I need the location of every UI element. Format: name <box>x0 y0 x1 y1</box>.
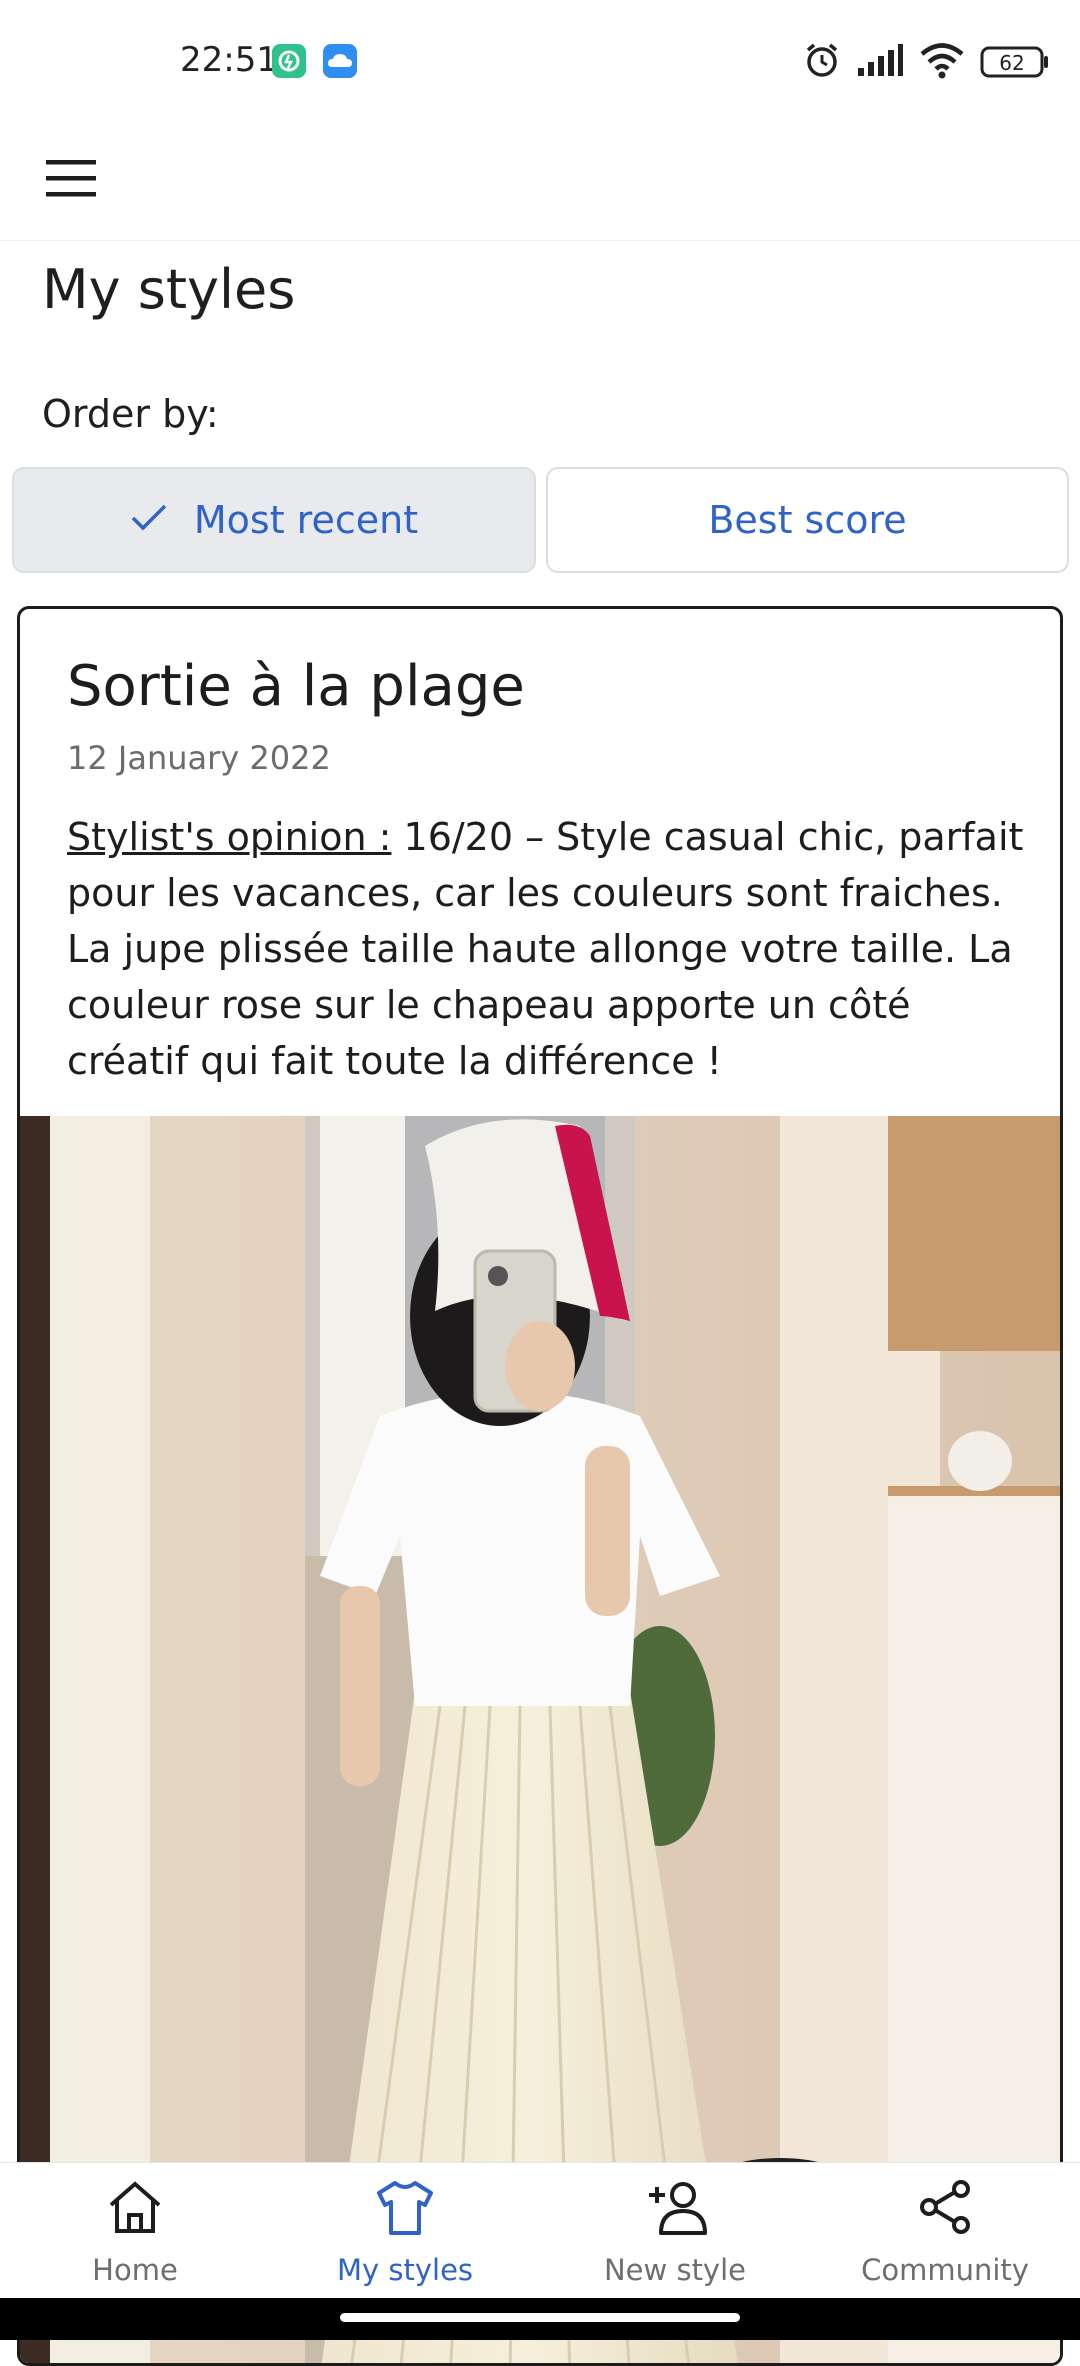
nav-community[interactable]: Community <box>810 2163 1080 2299</box>
home-icon <box>109 2181 161 2233</box>
nav-my-styles-label: My styles <box>336 2253 474 2287</box>
hamburger-menu-icon[interactable] <box>44 150 100 206</box>
stylist-opinion-label: Stylist's opinion : <box>67 815 392 859</box>
tshirt-icon <box>377 2181 433 2235</box>
add-person-icon <box>649 2182 707 2235</box>
style-title: Sortie à la plage <box>67 654 525 719</box>
battery-level: 62 <box>999 51 1025 75</box>
nav-new-style[interactable]: New style <box>540 2163 810 2299</box>
sort-most-recent-label: Most recent <box>193 498 419 542</box>
app-bar <box>0 120 1080 241</box>
style-date: 12 January 2022 <box>67 739 331 777</box>
status-bar: 22:51 62 <box>0 0 1080 120</box>
signal-icon <box>856 42 904 82</box>
share-icon <box>920 2180 970 2234</box>
home-gesture-bar[interactable] <box>340 2313 740 2322</box>
stylist-opinion: Stylist's opinion : 16/20 – Style casual… <box>67 809 1037 1089</box>
style-card[interactable]: Sortie à la plage 12 January 2022 Stylis… <box>17 606 1063 2366</box>
app-notification-icon <box>272 44 306 78</box>
bottom-navigation: Home My styles New style Community <box>0 2162 1080 2299</box>
order-by-label: Order by: <box>42 392 219 436</box>
nav-my-styles[interactable]: My styles <box>270 2163 540 2299</box>
page-title: My styles <box>42 258 296 321</box>
wifi-icon <box>918 41 966 83</box>
status-time: 22:51 <box>180 40 278 80</box>
battery-icon: 62 <box>980 46 1050 78</box>
cloud-icon <box>323 44 357 78</box>
alarm-icon <box>802 40 842 84</box>
nav-community-label: Community <box>861 2253 1029 2287</box>
sort-most-recent-button[interactable]: Most recent <box>12 467 536 573</box>
sort-best-score-label: Best score <box>708 498 907 542</box>
nav-new-style-label: New style <box>603 2253 746 2287</box>
check-icon <box>130 498 168 542</box>
nav-home-label: Home <box>92 2253 178 2287</box>
sort-best-score-button[interactable]: Best score <box>546 467 1069 573</box>
nav-home[interactable]: Home <box>0 2163 270 2299</box>
